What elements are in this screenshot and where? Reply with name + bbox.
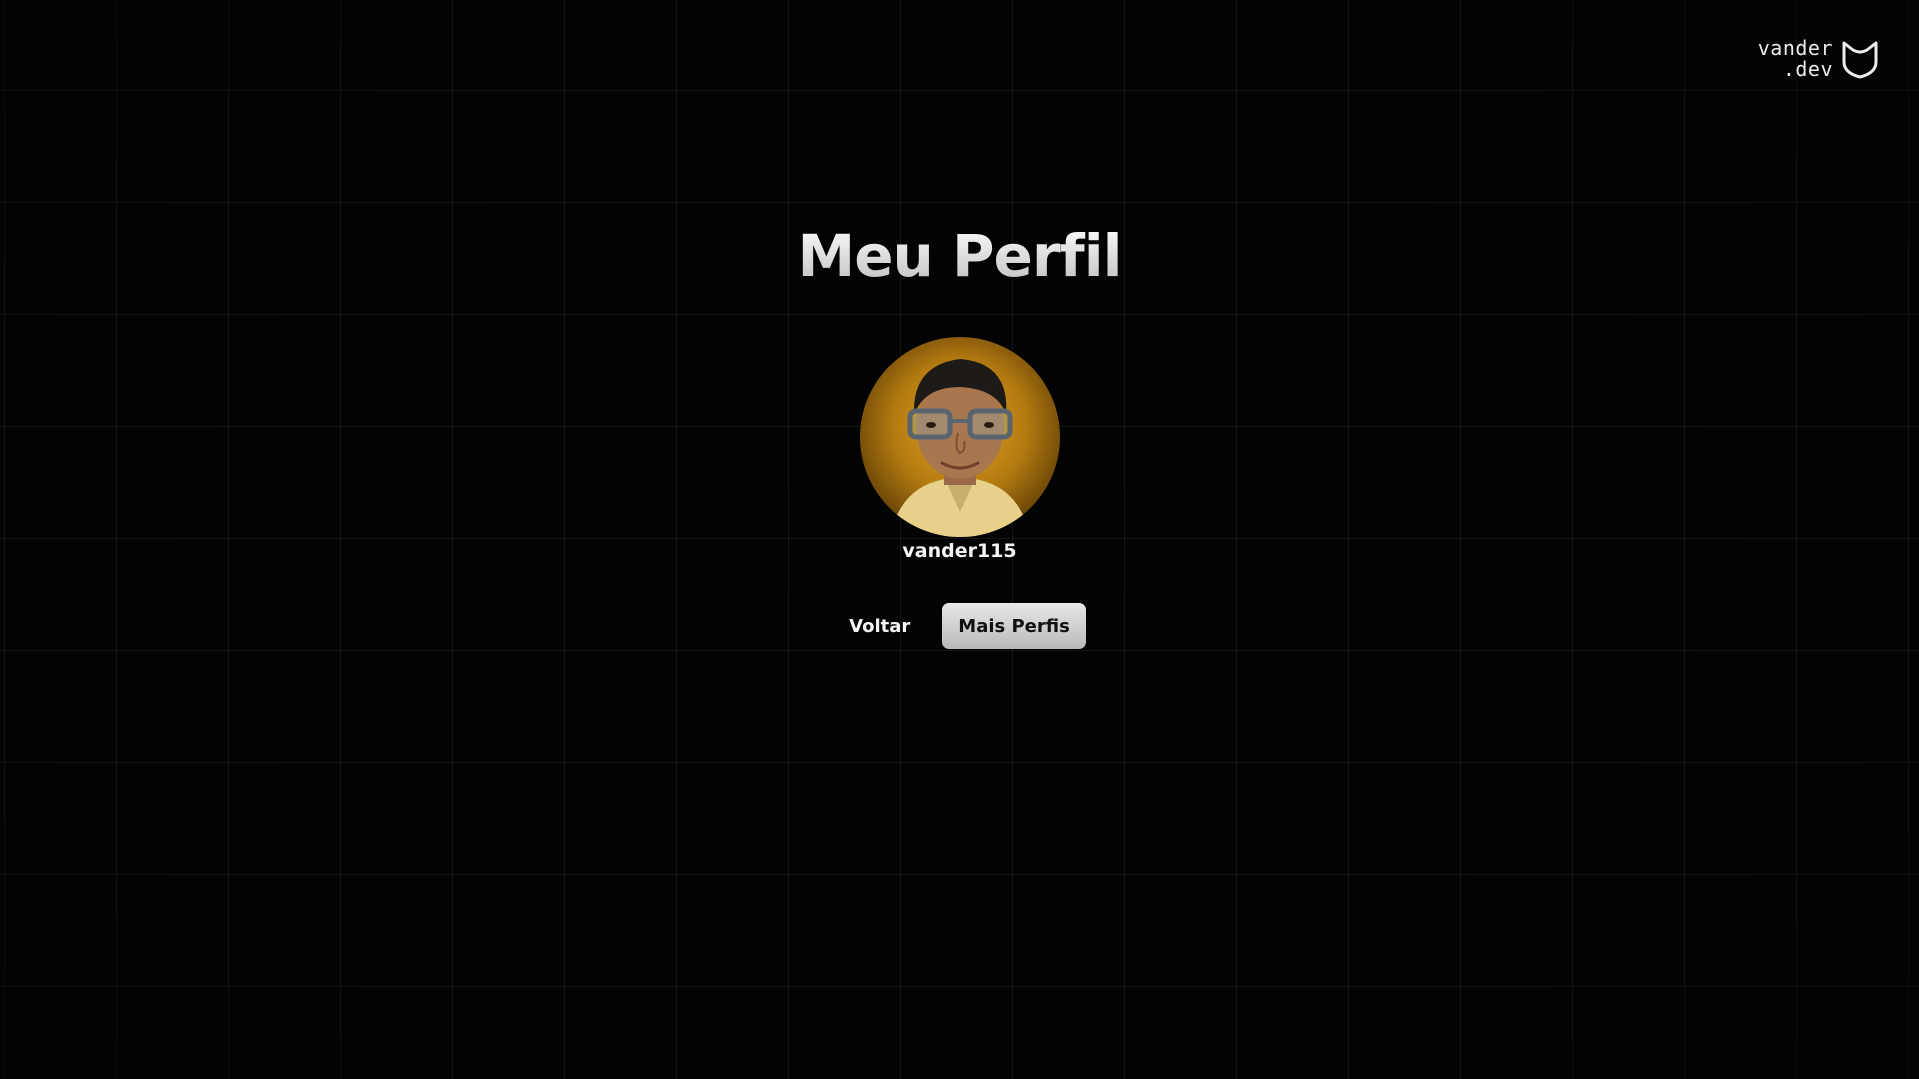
back-button[interactable]: Voltar bbox=[833, 603, 926, 649]
username: vander115 bbox=[902, 540, 1017, 562]
avatar bbox=[860, 337, 1060, 537]
shield-icon bbox=[1839, 38, 1881, 80]
more-profiles-button[interactable]: Mais Perfis bbox=[942, 603, 1086, 649]
logo-line-2: .dev bbox=[1782, 57, 1833, 81]
logo-wordmark: vander .dev bbox=[1758, 38, 1833, 80]
avatar-illustration bbox=[890, 359, 1030, 537]
logo-line-1: vander bbox=[1757, 36, 1833, 60]
profile-actions: Voltar Mais Perfis bbox=[0, 603, 1919, 649]
page-title: Meu Perfil bbox=[0, 222, 1919, 290]
site-logo[interactable]: vander .dev bbox=[1758, 38, 1881, 80]
